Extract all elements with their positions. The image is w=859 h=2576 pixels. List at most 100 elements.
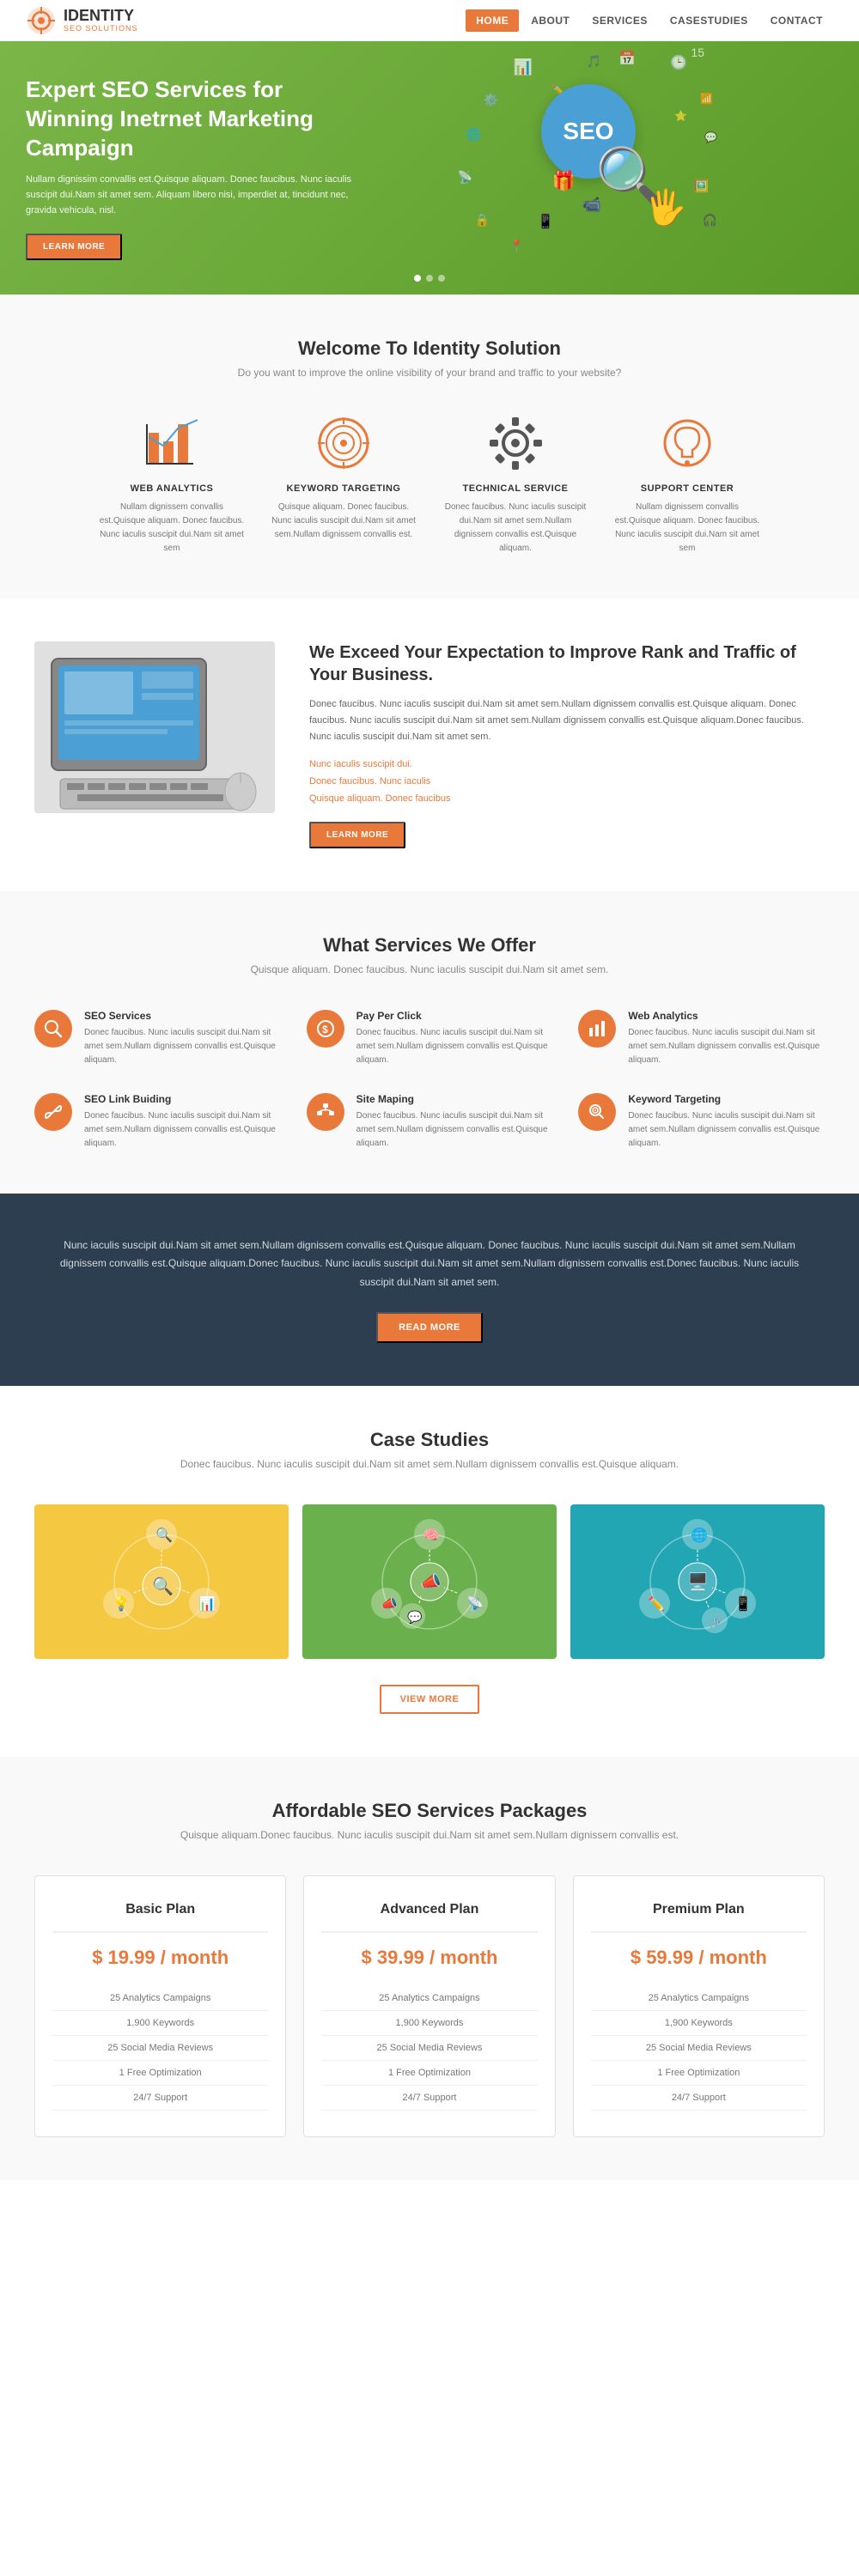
technical-service-icon <box>488 416 544 471</box>
premium-plan-name: Premium Plan <box>591 1902 807 1933</box>
service-analytics-icon <box>578 1010 616 1048</box>
features-grid: WEB ANALYTICS Nullam dignissem convallis… <box>34 413 825 556</box>
service-sitemap-title: Site Maping <box>356 1093 553 1105</box>
advanced-feature-1: 25 Analytics Campaigns <box>321 1986 537 2011</box>
gift-icon: 🎁 <box>552 170 576 192</box>
nav-contact[interactable]: CONTACT <box>760 9 833 32</box>
services-title: What Services We Offer <box>34 934 825 957</box>
case-study-1-illustration: 🔍 📊 💡 🔍 <box>97 1517 226 1646</box>
dot-1[interactable] <box>414 275 421 282</box>
feature-keyword: KEYWORD TARGETING Quisque aliquam. Donec… <box>271 413 417 556</box>
service-seo: SEO Services Donec faucibus. Nunc iaculi… <box>34 1010 281 1067</box>
about-learn-more-button[interactable]: LEARN MORE <box>309 822 405 848</box>
case-grid: 🔍 📊 💡 🔍 🧠 📡 📣 <box>34 1504 825 1659</box>
logo-icon <box>26 5 57 36</box>
calendar-icon: 📅 <box>618 50 636 67</box>
nav-casestudies[interactable]: CASESTUDIES <box>660 9 758 32</box>
feature-analytics-desc: Nullam dignissem convallis est.Quisque a… <box>99 501 245 556</box>
premium-plan-price: $ 59.99 / month <box>591 1947 807 1969</box>
sitemap-icon <box>316 1103 335 1121</box>
basic-plan-price: $ 19.99 / month <box>52 1947 268 1969</box>
service-keyword-desc: Donec faucibus. Nunc iaculis suscipit du… <box>628 1109 825 1151</box>
about-image <box>34 641 275 813</box>
navbar: IDENTITY SEO SOLUTIONS HOME ABOUT SERVIC… <box>0 0 859 41</box>
service-ppc-desc: Donec faucibus. Nunc iaculis suscipit du… <box>356 1026 553 1067</box>
view-more-button[interactable]: VIEW MORE <box>380 1685 480 1714</box>
about-link-2[interactable]: Donec faucibus. Nunc iaculis <box>309 774 825 791</box>
svg-text:📡: 📡 <box>466 1595 484 1612</box>
service-sitemap-desc: Donec faucibus. Nunc iaculis suscipit du… <box>356 1109 553 1151</box>
service-analytics-title: Web Analytics <box>628 1010 825 1022</box>
hero-illustration: 📊 ✏️ ⚙️ 🎵 📅 🕒 15 🌐 📡 🔒 📍 📶 💬 ⭐ 🖼️ 🎧 SEO … <box>430 41 859 264</box>
nav-about[interactable]: ABOUT <box>521 9 580 32</box>
link-icon <box>44 1103 63 1121</box>
basic-feature-2: 1,900 Keywords <box>52 2011 268 2036</box>
premium-feature-3: 25 Social Media Reviews <box>591 2036 807 2061</box>
case-studies-title: Case Studies <box>34 1429 825 1451</box>
logo: IDENTITY SEO SOLUTIONS <box>26 5 138 36</box>
basic-feature-4: 1 Free Optimization <box>52 2061 268 2086</box>
service-analytics-info: Web Analytics Donec faucibus. Nunc iacul… <box>628 1010 825 1067</box>
hero-carousel-dots <box>414 275 445 282</box>
premium-feature-2: 1,900 Keywords <box>591 2011 807 2036</box>
advanced-feature-4: 1 Free Optimization <box>321 2061 537 2086</box>
service-analytics: Web Analytics Donec faucibus. Nunc iacul… <box>578 1010 825 1067</box>
clock-icon: 🕒 <box>670 54 687 71</box>
pricing-grid: Basic Plan $ 19.99 / month 25 Analytics … <box>34 1875 825 2137</box>
pricing-basic: Basic Plan $ 19.99 / month 25 Analytics … <box>34 1875 286 2137</box>
feature-analytics-title: WEB ANALYTICS <box>99 483 245 494</box>
svg-text:💡: 💡 <box>113 1595 130 1612</box>
earth-icon: 🌐 <box>466 127 481 142</box>
about-link-3[interactable]: Quisque aliquam. Donec faucibus <box>309 791 825 808</box>
dot-2[interactable] <box>426 275 433 282</box>
location-icon: 📍 <box>509 239 524 253</box>
logo-subtitle: SEO SOLUTIONS <box>64 24 138 33</box>
case-studies-section: Case Studies Donec faucibus. Nunc iaculi… <box>0 1386 859 1757</box>
svg-text:$: $ <box>322 1024 328 1036</box>
welcome-title: Welcome To Identity Solution <box>34 337 825 360</box>
about-links: Nunc iaculis suscipit dui. Donec faucibu… <box>309 756 825 807</box>
service-seo-desc: Donec faucibus. Nunc iaculis suscipit du… <box>84 1026 281 1067</box>
headphone-icon: 🎧 <box>703 213 717 228</box>
feature-analytics: WEB ANALYTICS Nullam dignissem convallis… <box>99 413 245 556</box>
web-analytics-icon <box>588 1019 606 1038</box>
premium-feature-4: 1 Free Optimization <box>591 2061 807 2086</box>
svg-text:💬: 💬 <box>407 1610 423 1625</box>
feature-support: SUPPORT CENTER Nullam dignissem convalli… <box>614 413 760 556</box>
analytics-icon <box>144 416 200 471</box>
basic-feature-3: 25 Social Media Reviews <box>52 2036 268 2061</box>
basic-feature-1: 25 Analytics Campaigns <box>52 1986 268 2011</box>
tablet-keyboard-image <box>34 641 275 813</box>
pricing-title: Affordable SEO Services Packages <box>34 1800 825 1822</box>
svg-text:📊: 📊 <box>198 1595 216 1612</box>
nav-services[interactable]: SERVICES <box>582 9 657 32</box>
hand-icon: 🖐️ <box>644 187 687 228</box>
service-ppc-icon: $ <box>307 1010 344 1048</box>
case-card-1: 🔍 📊 💡 🔍 <box>34 1504 289 1659</box>
music-icon: 🎵 <box>587 54 601 69</box>
service-keyword-info: Keyword Targeting Donec faucibus. Nunc i… <box>628 1093 825 1151</box>
photo-icon: 🖼️ <box>694 179 709 193</box>
svg-text:🔗: 🔗 <box>709 1613 724 1629</box>
service-linkbuilding-icon <box>34 1093 72 1131</box>
svg-text:🔍: 🔍 <box>152 1575 174 1596</box>
dot-3[interactable] <box>438 275 445 282</box>
hero-learn-more-button[interactable]: LEARN MORE <box>26 234 122 260</box>
services-section: What Services We Offer Quisque aliquam. … <box>0 891 859 1194</box>
seo-icon <box>44 1019 63 1038</box>
ppc-icon: $ <box>316 1019 335 1038</box>
nav-home[interactable]: HOME <box>466 9 519 32</box>
welcome-subtitle: Do you want to improve the online visibi… <box>34 367 825 379</box>
pricing-section: Affordable SEO Services Packages Quisque… <box>0 1757 859 2180</box>
case-card-2: 🧠 📡 📣 💬 📣 <box>302 1504 557 1659</box>
service-keyword: Keyword Targeting Donec faucibus. Nunc i… <box>578 1093 825 1151</box>
support-icon-wrap <box>657 413 717 473</box>
service-ppc: $ Pay Per Click Donec faucibus. Nunc iac… <box>307 1010 553 1067</box>
case-study-3-illustration: 🌐 📱 ✏️ 🔗 🖥️ <box>633 1517 762 1646</box>
about-link-1[interactable]: Nunc iaculis suscipit dui. <box>309 756 825 774</box>
star-icon: ⭐ <box>674 110 687 122</box>
video-icon: 📹 <box>582 196 601 214</box>
read-more-button[interactable]: READ MORE <box>376 1312 483 1343</box>
feature-technical-title: TECHNICAL SERVICE <box>442 483 588 494</box>
service-linkbuilding: SEO Link Buiding Donec faucibus. Nunc ia… <box>34 1093 281 1151</box>
